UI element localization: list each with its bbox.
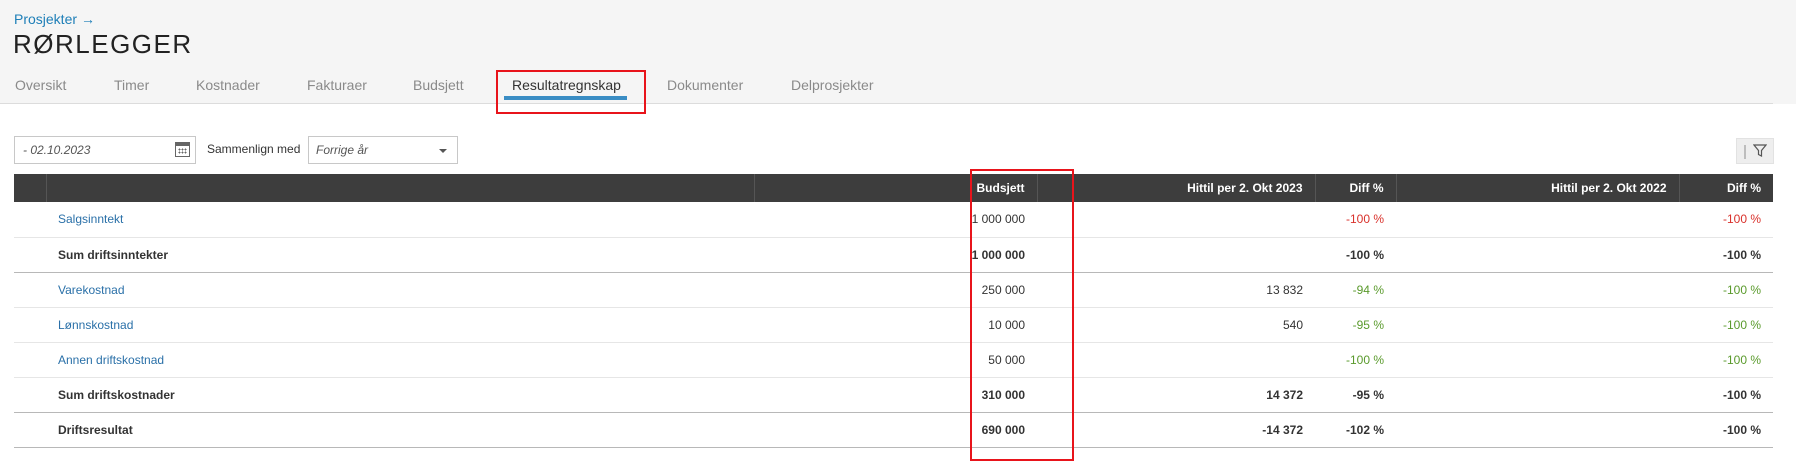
table-row-result: Driftsresultat 690 000 -14 372 -102 % -1… — [14, 412, 1773, 448]
header-current-period[interactable]: Hittil per 2. Okt 2023 — [1037, 174, 1316, 202]
table-row-sum: Sum driftsinntekter 1 000 000 -100 % -10… — [14, 237, 1773, 273]
account-link-annen-driftskostnad[interactable]: Annen driftskostnad — [46, 342, 754, 378]
current-cell: -14 372 — [1037, 412, 1315, 448]
current-cell: 13 832 — [1037, 272, 1315, 308]
current-cell: 14 372 — [1037, 377, 1315, 413]
row-spacer — [14, 202, 46, 238]
previous-cell — [1396, 307, 1679, 343]
diff-current-cell: -95 % — [1315, 377, 1396, 413]
account-link-salgsinntekt[interactable]: Salgsinntekt — [46, 202, 754, 238]
highlight-box-tab — [496, 70, 646, 114]
current-cell: 540 — [1037, 307, 1315, 343]
tab-dokumenter[interactable]: Dokumenter — [667, 77, 743, 93]
table-row: Lønnskostnad 10 000 540 -95 % -100 % — [14, 307, 1773, 343]
compare-select[interactable]: Forrige år — [308, 136, 458, 164]
tab-oversikt[interactable]: Oversikt — [15, 77, 66, 93]
filter-icon — [1753, 144, 1767, 157]
diff-current-cell: -100 % — [1315, 237, 1396, 273]
diff-previous-cell: -100 % — [1679, 237, 1773, 273]
arrow-right-icon: → — [81, 11, 96, 27]
row-spacer — [14, 412, 46, 448]
tab-kostnader[interactable]: Kostnader — [196, 77, 260, 93]
filter-button[interactable] — [1736, 138, 1774, 164]
previous-cell — [1396, 412, 1679, 448]
current-cell — [1037, 202, 1315, 238]
header-diff-current[interactable]: Diff % — [1315, 174, 1397, 202]
diff-previous-cell: -100 % — [1679, 377, 1773, 413]
date-value: - 02.10.2023 — [23, 143, 91, 157]
current-cell — [1037, 237, 1315, 273]
diff-previous-cell: -100 % — [1679, 272, 1773, 308]
diff-current-cell: -95 % — [1315, 307, 1396, 343]
diff-current-cell: -100 % — [1315, 202, 1396, 238]
sum-label: Sum driftsinntekter — [46, 237, 754, 273]
previous-cell — [1396, 202, 1679, 238]
row-spacer — [14, 237, 46, 273]
diff-previous-cell: -100 % — [1679, 307, 1773, 343]
header-previous-period[interactable]: Hittil per 2. Okt 2022 — [1396, 174, 1680, 202]
tab-delprosjekter[interactable]: Delprosjekter — [791, 77, 873, 93]
table-row: Varekostnad 250 000 13 832 -94 % -100 % — [14, 272, 1773, 308]
tab-bar: Oversikt Timer Kostnader Fakturaer Budsj… — [0, 75, 1773, 104]
header-diff-previous[interactable]: Diff % — [1679, 174, 1773, 202]
header-account — [46, 174, 755, 202]
account-link-lonnskostnad[interactable]: Lønnskostnad — [46, 307, 754, 343]
tab-fakturaer[interactable]: Fakturaer — [307, 77, 367, 93]
sum-label: Sum driftskostnader — [46, 377, 754, 413]
row-spacer — [14, 307, 46, 343]
diff-previous-cell: -100 % — [1679, 342, 1773, 378]
table-row: Annen driftskostnad 50 000 -100 % -100 % — [14, 342, 1773, 378]
diff-previous-cell: -100 % — [1679, 202, 1773, 238]
row-spacer — [14, 377, 46, 413]
breadcrumb-prosjekter[interactable]: Prosjekter → — [14, 11, 95, 27]
diff-current-cell: -102 % — [1315, 412, 1396, 448]
previous-cell — [1396, 377, 1679, 413]
breadcrumb-label[interactable]: Prosjekter — [14, 11, 77, 27]
compare-label: Sammenlign med — [207, 142, 301, 156]
table-row-sum: Sum driftskostnader 310 000 14 372 -95 %… — [14, 377, 1773, 413]
diff-current-cell: -94 % — [1315, 272, 1396, 308]
table-header-row: Budsjett Hittil per 2. Okt 2023 Diff % H… — [14, 174, 1773, 202]
row-spacer — [14, 342, 46, 378]
compare-value: Forrige år — [316, 143, 369, 157]
result-table: Budsjett Hittil per 2. Okt 2023 Diff % H… — [14, 174, 1773, 448]
previous-cell — [1396, 272, 1679, 308]
header-expand — [14, 174, 47, 202]
chevron-down-icon — [439, 149, 447, 153]
current-cell — [1037, 342, 1315, 378]
table-row: Salgsinntekt 1 000 000 -100 % -100 % — [14, 202, 1773, 238]
row-spacer — [14, 272, 46, 308]
tab-timer[interactable]: Timer — [114, 77, 149, 93]
tab-budsjett[interactable]: Budsjett — [413, 77, 464, 93]
diff-current-cell: -100 % — [1315, 342, 1396, 378]
calendar-icon[interactable] — [175, 142, 190, 157]
column-toggle-icon — [1744, 145, 1746, 159]
previous-cell — [1396, 237, 1679, 273]
highlight-box-budget-column — [970, 169, 1074, 461]
result-label: Driftsresultat — [46, 412, 754, 448]
diff-previous-cell: -100 % — [1679, 412, 1773, 448]
previous-cell — [1396, 342, 1679, 378]
page-title: RØRLEGGER — [13, 29, 193, 59]
account-link-varekostnad[interactable]: Varekostnad — [46, 272, 754, 308]
date-input[interactable]: - 02.10.2023 — [14, 136, 196, 164]
